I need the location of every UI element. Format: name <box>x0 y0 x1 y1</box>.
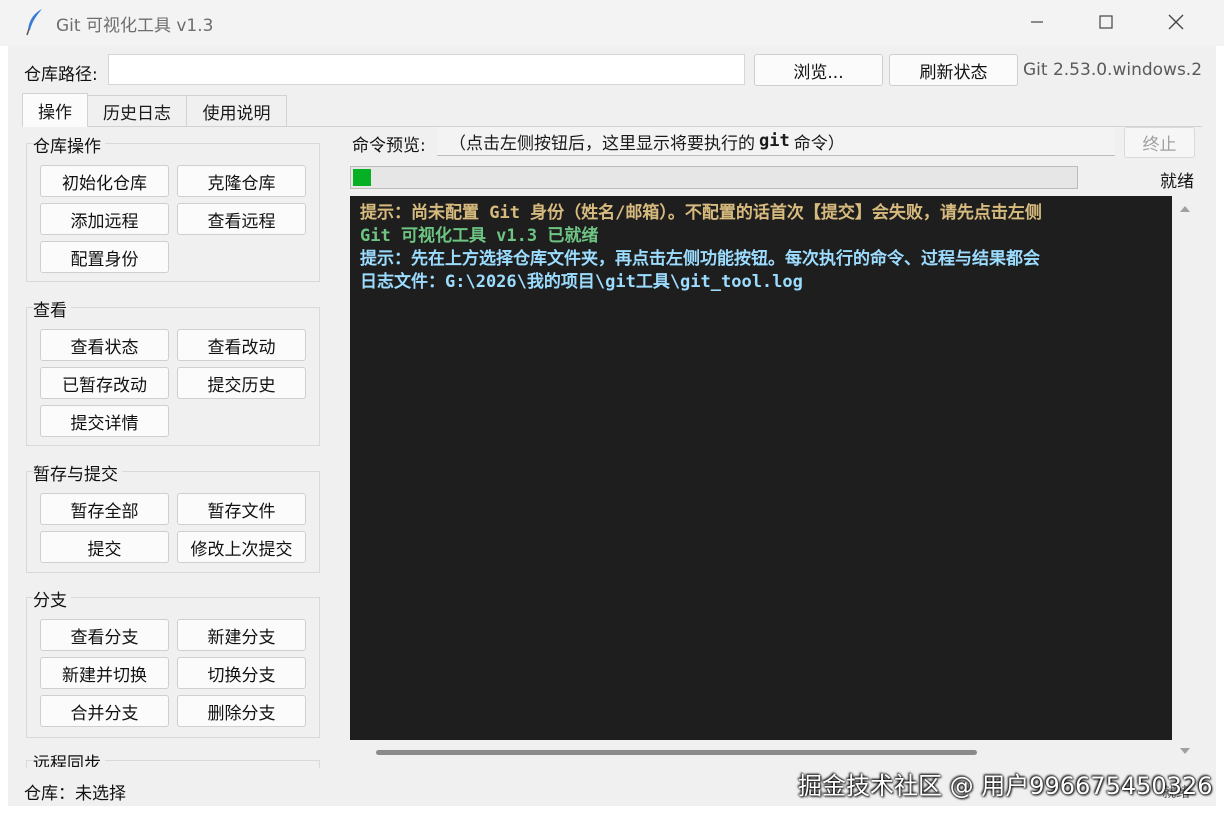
close-button[interactable] <box>1141 0 1211 44</box>
progress-status-label: 就绪 <box>1160 172 1194 192</box>
refresh-status-button[interactable]: 刷新状态 <box>889 54 1018 86</box>
minimize-icon <box>1031 21 1043 23</box>
scroll-up-icon[interactable] <box>1180 206 1190 212</box>
new-branch-button[interactable]: 新建分支 <box>177 619 306 651</box>
stop-button[interactable]: 终止 <box>1124 127 1195 158</box>
console-line: 提示：先在上方选择仓库文件夹，再点击左侧功能按钮。每次执行的命令、过程与结果都会 <box>360 249 1040 269</box>
config-identity-button[interactable]: 配置身份 <box>40 241 169 273</box>
repo-status-label: 仓库：未选择 <box>24 784 126 804</box>
view-status-button[interactable]: 查看状态 <box>40 329 169 361</box>
add-remote-button[interactable]: 添加远程 <box>40 203 169 235</box>
init-repo-button[interactable]: 初始化仓库 <box>40 165 169 197</box>
stage-file-button[interactable]: 暂存文件 <box>177 493 306 525</box>
amend-commit-button[interactable]: 修改上次提交 <box>177 531 306 563</box>
staged-diff-button[interactable]: 已暂存改动 <box>40 367 169 399</box>
tab-usage-guide[interactable]: 使用说明 <box>186 95 287 126</box>
window-title: Git 可视化工具 v1.3 <box>56 16 214 36</box>
progress-bar <box>350 166 1078 189</box>
repo-path-label: 仓库路径: <box>24 65 98 85</box>
vertical-scrollbar[interactable] <box>1174 196 1196 764</box>
progress-fill <box>353 169 371 186</box>
command-preview-prefix: （点击左侧按钮后，这里显示将要执行的 <box>449 133 755 154</box>
close-icon <box>1168 14 1184 30</box>
group-title-view: 查看 <box>33 296 71 321</box>
new-and-switch-button[interactable]: 新建并切换 <box>40 657 169 689</box>
view-diff-button[interactable]: 查看改动 <box>177 329 306 361</box>
view-remote-button[interactable]: 查看远程 <box>177 203 306 235</box>
scroll-down-icon[interactable] <box>1180 748 1190 754</box>
watermark: 掘金技术社区 @ 用户996675450326 <box>798 772 1213 800</box>
repo-path-input[interactable] <box>108 54 745 85</box>
group-title-branch: 分支 <box>33 586 71 611</box>
command-preview-label: 命令预览: <box>352 136 426 156</box>
commit-history-button[interactable]: 提交历史 <box>177 367 306 399</box>
output-console[interactable]: 提示：尚未配置 Git 身份（姓名/邮箱）。不配置的话首次【提交】会失败，请先点… <box>350 196 1172 740</box>
console-line: 日志文件：G:\2026\我的项目\git工具\git_tool.log <box>360 272 803 292</box>
browse-button[interactable]: 浏览... <box>754 54 883 86</box>
console-line: 提示：尚未配置 Git 身份（姓名/邮箱）。不配置的话首次【提交】会失败，请先点… <box>360 203 1042 223</box>
maximize-icon <box>1099 15 1113 29</box>
commit-details-button[interactable]: 提交详情 <box>40 405 169 437</box>
feather-icon <box>24 8 46 36</box>
switch-branch-button[interactable]: 切换分支 <box>177 657 306 689</box>
tab-history-log[interactable]: 历史日志 <box>87 95 187 126</box>
merge-branch-button[interactable]: 合并分支 <box>40 695 169 727</box>
tab-operations[interactable]: 操作 <box>22 93 88 127</box>
command-preview-keyword: git <box>759 131 790 151</box>
commit-button[interactable]: 提交 <box>40 531 169 563</box>
console-line: Git 可视化工具 v1.3 已就绪 <box>360 226 599 246</box>
command-preview-suffix: 命令） <box>793 133 845 154</box>
group-title-stage-commit: 暂存与提交 <box>33 460 122 485</box>
delete-branch-button[interactable]: 删除分支 <box>177 695 306 727</box>
command-preview-box: （点击左侧按钮后，这里显示将要执行的 git 命令） <box>437 127 1115 156</box>
group-title-repo-ops: 仓库操作 <box>33 132 105 157</box>
minimize-button[interactable] <box>1002 0 1072 44</box>
group-title-remote-sync: 远程同步 <box>33 749 105 767</box>
git-version-label: Git 2.53.0.windows.2 <box>1023 60 1203 80</box>
maximize-button[interactable] <box>1071 0 1141 44</box>
stage-all-button[interactable]: 暂存全部 <box>40 493 169 525</box>
clone-repo-button[interactable]: 克隆仓库 <box>177 165 306 197</box>
view-branches-button[interactable]: 查看分支 <box>40 619 169 651</box>
horizontal-scrollbar-thumb[interactable] <box>376 750 977 755</box>
